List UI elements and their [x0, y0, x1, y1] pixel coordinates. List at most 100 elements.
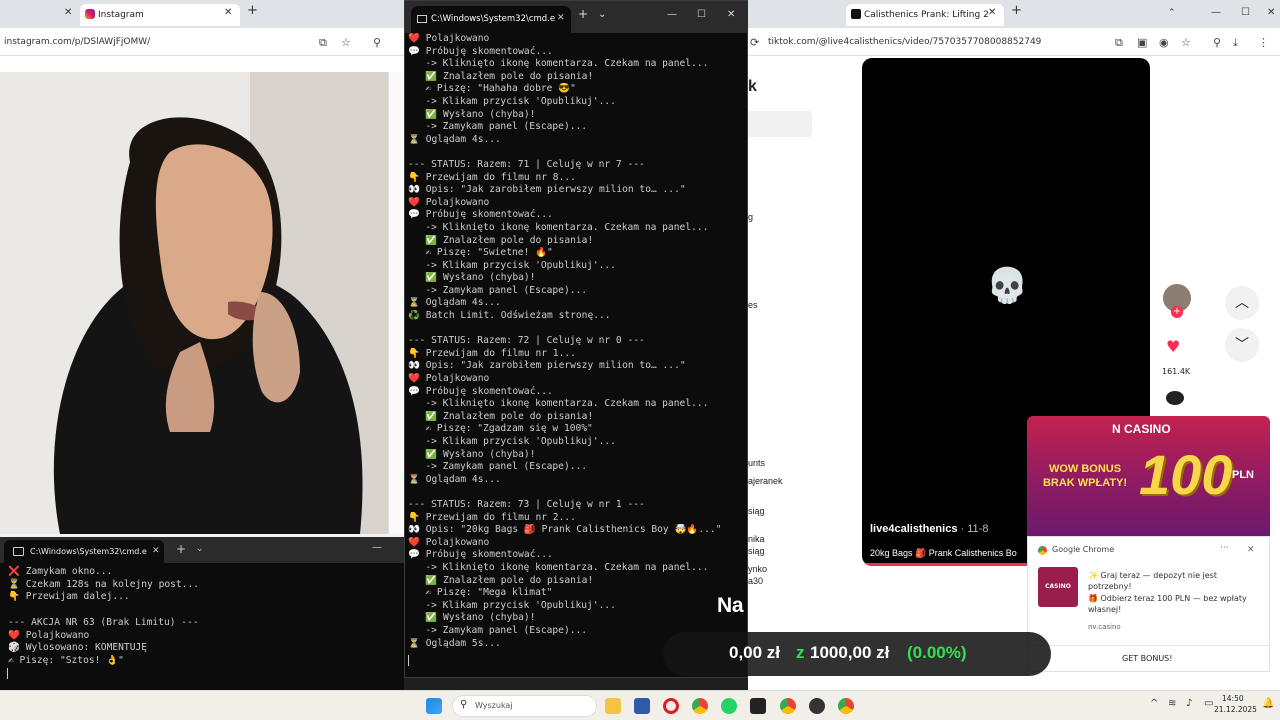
windows-start-icon[interactable]: [426, 698, 442, 714]
file-explorer-icon[interactable]: [605, 698, 621, 714]
extension-icon[interactable]: ⚲: [1213, 36, 1221, 49]
close-tab-icon[interactable]: ✕: [224, 8, 232, 18]
terminal-line: ✍ Piszę: "Sztos! 👌": [8, 654, 124, 666]
portrait-illustration: [0, 72, 388, 534]
clock-date[interactable]: 21.12.2025: [1214, 705, 1257, 714]
close-tab-icon[interactable]: ✕: [64, 8, 72, 18]
terminal-line: -> Kliknięto ikonę komentarza. Czekam na…: [408, 58, 709, 70]
chrome-notification[interactable]: Google Chrome ··· ✕ CASINO ✨ Graj teraz …: [1027, 536, 1270, 672]
sidebar-fragment: g: [748, 212, 754, 222]
video-date: 11-8: [967, 523, 989, 535]
close-tab-icon[interactable]: ✕: [988, 8, 996, 18]
instagram-post-image[interactable]: [0, 72, 388, 534]
secondary-terminal-tab[interactable]: C:\Windows\System32\cmd.e ✕: [4, 540, 164, 563]
sidebar-fragment: nika: [748, 534, 765, 544]
casino-ad-banner[interactable]: N CASINO WOW BONUS BRAK WPŁATY! 100 PLN: [1027, 416, 1270, 536]
tiktok-icon: [851, 9, 861, 19]
store-icon[interactable]: [634, 698, 650, 714]
wifi-icon[interactable]: ≋: [1168, 698, 1176, 709]
battery-icon[interactable]: ▭: [1204, 698, 1213, 709]
opera-icon[interactable]: [663, 698, 679, 714]
chevron-down-icon[interactable]: ⌄: [598, 9, 606, 20]
bookmark-star-icon[interactable]: ☆: [341, 36, 351, 49]
ad-headline: WOW BONUS BRAK WPŁATY!: [1042, 463, 1128, 489]
eye-off-icon[interactable]: ◉: [1159, 36, 1169, 49]
maximize-icon[interactable]: ☐: [1241, 8, 1250, 18]
comment-icon[interactable]: [1166, 391, 1184, 405]
sidebar-fragment: unts: [748, 458, 766, 468]
terminal-cursor: [408, 655, 409, 666]
chevron-down-icon[interactable]: ⌄: [196, 544, 204, 554]
chevron-up-icon[interactable]: ︿: [1225, 286, 1259, 320]
new-tab-icon[interactable]: +: [176, 542, 186, 556]
tab-instagram[interactable]: Instagram: [80, 4, 240, 26]
terminal-line: -> Zamykam panel (Escape)...: [408, 284, 588, 296]
terminal-taskbar-icon[interactable]: [750, 698, 766, 714]
left-url-input[interactable]: instagram.com/p/DSlAWjFjOMW/: [4, 37, 150, 47]
main-terminal-tab[interactable]: C:\Windows\System32\cmd.e ✕: [411, 6, 571, 33]
new-tab-icon[interactable]: +: [247, 4, 258, 17]
more-options-icon[interactable]: ···: [1220, 543, 1229, 553]
close-tab-icon[interactable]: ✕: [557, 13, 565, 23]
close-tab-icon[interactable]: ✕: [152, 546, 160, 556]
reload-icon[interactable]: ⟳: [750, 36, 759, 49]
new-tab-icon[interactable]: +: [578, 7, 588, 21]
terminal-line: ✅ Znalazłem pole do pisania!: [408, 234, 594, 246]
picture-icon[interactable]: ▣: [1137, 36, 1147, 49]
download-icon[interactable]: ⤓: [1233, 36, 1238, 50]
terminal-cursor[interactable]: [7, 668, 8, 679]
terminal-line: 👇 Przewijam dalej...: [8, 591, 130, 603]
minimize-icon[interactable]: —: [1211, 8, 1221, 18]
main-terminal-window: C:\Windows\System32\cmd.e ✕ + ⌄ — ☐ ✕ ❤️…: [404, 0, 749, 678]
overlay-title: Na rozwój AgentMat v1: [717, 594, 940, 617]
terminal-line: ✍ Piszę: "Zgadzam się w 100%": [408, 423, 593, 435]
terminal-line: -> Zamykam panel (Escape)...: [408, 461, 588, 473]
video-username-text: live4calisthenics: [870, 523, 958, 535]
donation-separator: z: [796, 643, 805, 662]
terminal-line: ⏳ Czekam 128s na kolejny post...: [8, 578, 199, 590]
chevron-down-icon[interactable]: ﹀: [1225, 328, 1259, 362]
taskbar-search[interactable]: ⚲ Wyszukaj: [452, 695, 597, 717]
terminal-line: ❤️ Polajkowano: [408, 196, 490, 208]
notification-bell-icon[interactable]: 🔔: [1262, 698, 1274, 709]
minimize-icon[interactable]: —: [667, 9, 677, 20]
install-app-icon[interactable]: ⧉: [319, 36, 327, 50]
sidebar-fragment: siąg: [748, 506, 765, 516]
close-icon[interactable]: ✕: [1267, 8, 1275, 18]
tray-chevron-icon[interactable]: ^: [1150, 698, 1158, 709]
profile-icon[interactable]: ⌃: [1168, 8, 1176, 18]
tab-tiktok[interactable]: Calisthenics Prank: Lifting 2: [846, 4, 1004, 26]
follow-plus-icon[interactable]: +: [1171, 306, 1183, 318]
close-icon[interactable]: ✕: [727, 9, 735, 20]
terminal-line: ✅ Wysłano (chyba)!: [408, 108, 536, 120]
sidebar-fragment: siąg: [748, 546, 765, 556]
left-address-bar: instagram.com/p/DSlAWjFjOMW/ ⧉ ☆ ⚲: [0, 28, 404, 56]
menu-icon[interactable]: ⋮: [1258, 36, 1269, 49]
chrome-icon[interactable]: [692, 698, 708, 714]
terminal-line: ⏳ Oglądam 4s...: [408, 473, 501, 485]
extension-icon[interactable]: ⚲: [373, 36, 381, 49]
close-icon[interactable]: ✕: [1247, 545, 1255, 555]
new-tab-icon[interactable]: +: [1011, 4, 1022, 17]
app-icon[interactable]: [809, 698, 825, 714]
bookmark-star-icon[interactable]: ☆: [1181, 36, 1191, 49]
terminal-line: ❤️ Polajkowano: [408, 373, 490, 385]
speaker-icon[interactable]: ♪: [1186, 698, 1192, 709]
main-terminal-output[interactable]: ❤️ Polajkowano 💬 Próbuję skomentować... -…: [408, 33, 746, 673]
chrome-profile-icon[interactable]: [780, 698, 796, 714]
get-bonus-button[interactable]: GET BONUS!: [1122, 654, 1172, 663]
main-terminal-title: C:\Windows\System32\cmd.e: [431, 14, 556, 24]
minimize-icon[interactable]: —: [372, 542, 382, 553]
maximize-icon[interactable]: ☐: [697, 9, 706, 20]
whatsapp-icon[interactable]: [721, 698, 737, 714]
terminal-line: ❌ Zamykam okno...: [8, 566, 113, 577]
chrome-profile-icon[interactable]: [838, 698, 854, 714]
heart-icon[interactable]: ♥: [1166, 337, 1180, 356]
search-box-fragment[interactable]: [748, 111, 812, 137]
video-username[interactable]: live4calisthenics · 11-8: [870, 523, 988, 535]
clock-time[interactable]: 14:50: [1222, 694, 1244, 703]
right-url-input[interactable]: tiktok.com/@live4calisthenics/video/7570…: [768, 37, 1041, 47]
ad-amount: 100: [1139, 443, 1233, 506]
install-app-icon[interactable]: ⧉: [1115, 36, 1123, 50]
terminal-line: --- AKCJA NR 63 (Brak Limitu) ---: [8, 616, 199, 628]
